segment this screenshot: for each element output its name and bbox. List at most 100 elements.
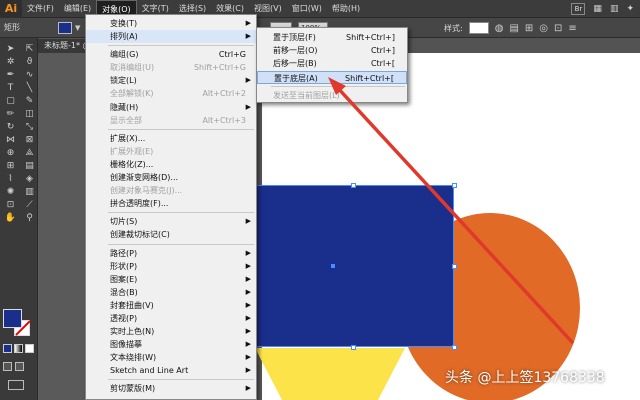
menu-item-shortcut: Ctrl+G (218, 50, 246, 60)
object-menu-item[interactable]: Sketch and Line Art ▶ (86, 364, 256, 377)
align-icon[interactable]: ▤ (509, 23, 518, 34)
paintbrush-tool-icon[interactable]: ✎ (21, 94, 38, 107)
menu-icon[interactable]: ≡ (568, 23, 576, 34)
draw-behind-button[interactable] (15, 362, 24, 371)
object-menu-item[interactable]: 图案(E) ▶ (86, 273, 256, 286)
rectangle-tool-icon[interactable]: ▢ (2, 94, 19, 107)
object-menu-item[interactable]: 拼合透明度(F)... (86, 197, 256, 210)
object-menu-item[interactable]: 透视(P) ▶ (86, 312, 256, 325)
mesh-tool-icon[interactable]: ⊞ (2, 159, 19, 172)
blend-tool-icon[interactable]: ◈ (21, 172, 38, 185)
menu-item-label: 剪切蒙版(M) (110, 384, 156, 394)
free-transform-tool-icon[interactable]: ⊠ (21, 133, 38, 146)
recolor-icon[interactable]: ◍ (495, 23, 504, 34)
object-menu-item[interactable]: 文本绕排(W) ▶ (86, 351, 256, 364)
grid-icon[interactable]: ⊡ (554, 23, 562, 34)
object-menu-item[interactable]: 剪切蒙版(M) ▶ (86, 382, 256, 395)
hand-tool-icon[interactable]: ✋ (2, 211, 19, 224)
rotate-tool-icon[interactable]: ↻ (2, 120, 19, 133)
object-menu-item[interactable]: 隐藏(H) ▶ (86, 101, 256, 114)
selection-handle[interactable] (351, 183, 356, 188)
color-button[interactable] (3, 344, 12, 353)
color-mode-buttons (3, 344, 34, 353)
bridge-button[interactable]: Br (571, 3, 586, 15)
object-menu-item[interactable]: 路径(P) ▶ (86, 247, 256, 260)
gradient-tool-icon[interactable]: ▤ (21, 159, 38, 172)
menu-separator (108, 212, 254, 214)
pencil-tool-icon[interactable]: ✏ (2, 107, 19, 120)
object-menu-item[interactable]: 栅格化(Z)... (86, 158, 256, 171)
object-menu-item[interactable]: 混合(B) ▶ (86, 286, 256, 299)
column-graph-tool-icon[interactable]: ▥ (21, 185, 38, 198)
object-menu-item[interactable]: 变换(T) ▶ (86, 17, 256, 30)
stock-icon[interactable]: ▦ (593, 4, 602, 14)
shape-type-label: 矩形 (4, 23, 20, 32)
symbol-sprayer-tool-icon[interactable]: ✺ (2, 185, 19, 198)
zoom-tool-icon[interactable]: ⚲ (21, 211, 38, 224)
object-menu-item[interactable]: 锁定(L) ▶ (86, 74, 256, 87)
screen-mode-button[interactable] (8, 380, 24, 390)
menu-item[interactable]: 帮助(H) (327, 0, 365, 18)
submenu-arrow-icon: ▶ (245, 261, 251, 270)
gradient-button[interactable] (14, 344, 23, 353)
line-tool-icon[interactable]: ╲ (21, 81, 38, 94)
perspective-grid-tool-icon[interactable]: ⟁ (21, 146, 38, 159)
object-menu-item[interactable]: 形状(P) ▶ (86, 260, 256, 273)
lasso-tool-icon[interactable]: ϑ (21, 55, 38, 68)
pen-tool-icon[interactable]: ✒ (2, 68, 19, 81)
eyedropper-tool-icon[interactable]: ⌇ (2, 172, 19, 185)
curvature-tool-icon[interactable]: ∿ (21, 68, 38, 81)
menu-item-label: 实时上色(N) (110, 327, 155, 337)
object-menu-item[interactable]: 创建渐变网格(D)... (86, 171, 256, 184)
eraser-tool-icon[interactable]: ◫ (21, 107, 38, 120)
object-menu-item[interactable]: 实时上色(N) ▶ (86, 325, 256, 338)
menu-item-label: 图像描摹 (110, 340, 142, 350)
gpu-icon[interactable]: ✦ (626, 4, 634, 14)
object-menu-item[interactable]: 图像描摹 ▶ (86, 338, 256, 351)
menu-item-label: 图案(E) (110, 274, 138, 284)
arrange-documents-icon[interactable]: ▥ (610, 4, 619, 14)
arrange-submenu-item[interactable]: 置于底层(A) Shift+Ctrl+[ (257, 70, 407, 84)
direct-selection-tool-icon[interactable]: ⇱ (21, 42, 38, 55)
submenu-arrow-icon: ▶ (245, 32, 251, 41)
menu-item-label: 编组(G) (110, 50, 139, 60)
selection-handle[interactable] (452, 183, 457, 188)
arrange-submenu-item[interactable]: 置于顶层(F) Shift+Ctrl+] (257, 31, 407, 44)
transform-icon[interactable]: ⊞ (525, 23, 533, 34)
app-logo: Ai (0, 0, 22, 18)
fill-color-swatch[interactable] (58, 21, 72, 34)
artboard-tool-icon[interactable]: ⊡ (2, 198, 19, 211)
object-menu-item[interactable]: 排列(A) ▶ (86, 30, 256, 44)
draw-normal-button[interactable] (3, 362, 12, 371)
selection-handle[interactable] (452, 264, 457, 269)
object-menu-item[interactable]: 扩展(X)... (86, 132, 256, 145)
shape-builder-tool-icon[interactable]: ⊕ (2, 146, 19, 159)
tools-panel: ➤ ⇱ ✲ ϑ ✒ ∿ T ╲ ▢ ✎ ✏ ◫ ↻ ⤡ ⋈ ⊠ ⊕ ⟁ ⊞ ▤ … (0, 38, 38, 400)
object-menu-item[interactable]: 编组(G) Ctrl+G (86, 48, 256, 61)
fill-color-box[interactable] (3, 309, 22, 328)
object-menu-item[interactable]: 创建裁切标记(C) (86, 228, 256, 241)
object-menu-item[interactable]: 封套扭曲(V) ▶ (86, 299, 256, 312)
type-tool-icon[interactable]: T (2, 81, 19, 94)
object-menu-item: 创建对象马赛克(J)... (86, 184, 256, 197)
menu-item[interactable]: 窗口(W) (287, 0, 327, 18)
object-menu-item[interactable]: 切片(S) ▶ (86, 215, 256, 228)
menu-item[interactable]: 文件(F) (22, 0, 59, 18)
selection-handle[interactable] (452, 345, 457, 350)
selection-tool-icon[interactable]: ➤ (2, 42, 19, 55)
arrange-submenu-item[interactable]: 前移一层(O) Ctrl+] (257, 44, 407, 57)
style-swatch[interactable] (468, 22, 489, 34)
watermark: 头条 @上上签13768338 (445, 370, 605, 386)
menu-item-label: 创建对象马赛克(J)... (110, 186, 183, 196)
slice-tool-icon[interactable]: ⟋ (21, 198, 38, 211)
arrange-submenu-item[interactable]: 后移一层(B) Ctrl+[ (257, 57, 407, 70)
menu-item-label: 切片(S) (110, 217, 138, 227)
width-tool-icon[interactable]: ⋈ (2, 133, 19, 146)
chevron-down-icon[interactable]: ▼ (75, 24, 80, 32)
isolate-icon[interactable]: ◎ (539, 23, 548, 34)
magic-wand-tool-icon[interactable]: ✲ (2, 55, 19, 68)
selection-handle[interactable] (351, 345, 356, 350)
scale-tool-icon[interactable]: ⤡ (21, 120, 38, 133)
style-label: 样式: (444, 23, 463, 33)
none-button[interactable] (25, 344, 34, 353)
